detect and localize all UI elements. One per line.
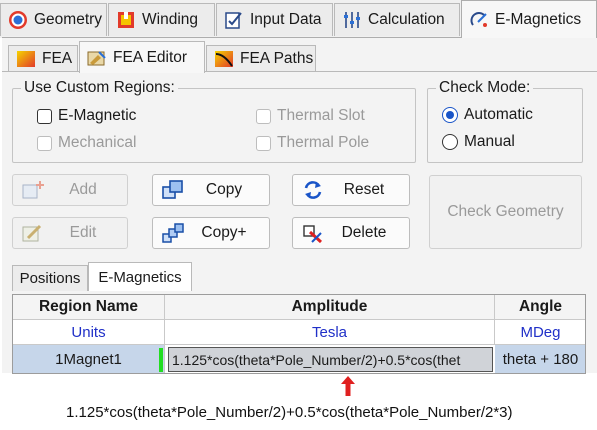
emagnetic-checkbox[interactable]: E-Magnetic (37, 107, 136, 125)
emagnetics-icon (470, 11, 487, 27)
tab-positions[interactable]: Positions (12, 265, 88, 291)
tab-label: Geometry (34, 11, 103, 28)
copy-button[interactable]: Copy (152, 174, 270, 206)
checkbox-label: Thermal Slot (277, 107, 365, 124)
mechanical-checkbox[interactable]: Mechanical (37, 134, 136, 152)
red-arrow-icon (341, 376, 355, 396)
fea-editor-icon (87, 50, 106, 65)
main-tab-strip: Geometry Winding Input Data Calculation … (0, 0, 597, 38)
amplitude-value: 1.125*cos(theta*Pole_Number/2)+0.5*cos(t… (172, 351, 461, 368)
button-label: Copy+ (201, 224, 247, 241)
radio-dot (442, 134, 458, 150)
fea-tab-strip: FEA FEA Editor FEA Paths (2, 38, 597, 73)
tab-label: E-Magnetics (495, 10, 582, 28)
tab-label: Input Data (250, 11, 322, 28)
angle-cell[interactable]: theta + 180 (495, 345, 585, 373)
units-cell-region: Units (13, 320, 165, 345)
tab-label: FEA Editor (113, 48, 188, 66)
checkbox-box (256, 135, 271, 151)
fea-icon (17, 51, 35, 67)
checkbox-box (37, 135, 52, 151)
fea-paths-icon (215, 51, 233, 67)
button-label: Reset (343, 181, 385, 198)
header-label: Amplitude (291, 298, 368, 315)
header-label: Angle (518, 298, 563, 315)
radio-label: Automatic (464, 106, 533, 123)
tab-fea[interactable]: FEA (8, 45, 78, 72)
tab-calculation[interactable]: Calculation (334, 3, 460, 36)
add-button[interactable]: Add (12, 174, 128, 206)
checkbox-label: Mechanical (58, 134, 137, 151)
copy-plus-icon (162, 223, 184, 243)
tab-label: E-Magnetics (98, 268, 182, 286)
amplitude-edit-cell[interactable]: 1.125*cos(theta*Pole_Number/2)+0.5*cos(t… (168, 347, 493, 372)
tab-geometry[interactable]: Geometry (0, 3, 107, 36)
button-label: Add (69, 181, 97, 198)
units-label: Units (71, 323, 106, 341)
reset-button[interactable]: Reset (292, 174, 410, 206)
thermal-slot-checkbox[interactable]: Thermal Slot (256, 107, 365, 125)
check-geometry-button[interactable]: Check Geometry (429, 175, 582, 249)
copy-plus-button[interactable]: Copy+ (152, 217, 270, 249)
tab-fea-editor[interactable]: FEA Editor (79, 41, 205, 73)
edit-button[interactable]: Edit (12, 217, 128, 249)
region-name-cell[interactable]: 1Magnet1 (13, 345, 165, 373)
tab-winding[interactable]: Winding (108, 3, 215, 36)
header-label: Region Name (38, 298, 139, 315)
radio-label: Manual (464, 133, 515, 150)
manual-radio[interactable]: Manual (442, 133, 515, 151)
button-label: Copy (205, 181, 243, 198)
button-label: Delete (341, 224, 387, 241)
button-label: Edit (69, 224, 97, 241)
custom-regions-group: Use Custom Regions: E-Magnetic Mechanica… (12, 79, 416, 163)
checkbox-box (256, 108, 271, 124)
delete-button[interactable]: Delete (292, 217, 410, 249)
edit-region-icon (22, 224, 42, 242)
checkbox-label: E-Magnetic (58, 107, 137, 124)
check-mode-title: Check Mode: (436, 79, 534, 97)
checkbox-label: Thermal Pole (277, 134, 370, 151)
regions-grid: Region Name Amplitude Angle Units Tesla … (12, 294, 586, 374)
copy-icon (162, 180, 183, 199)
delete-icon (303, 225, 323, 244)
tab-input-data[interactable]: Input Data (216, 3, 333, 36)
tab-emagnetics[interactable]: E-Magnetics (461, 0, 597, 38)
reset-icon (304, 181, 322, 199)
add-region-icon (22, 181, 44, 199)
checkbox-box (37, 108, 52, 124)
check-mode-group: Check Mode: Automatic Manual (427, 79, 583, 163)
emagnetics-panel: FEA FEA Editor FEA Paths Use Custom Regi… (2, 37, 597, 374)
tab-emagnetics-grid[interactable]: E-Magnetics (88, 262, 192, 291)
column-header-angle[interactable]: Angle (495, 295, 585, 320)
units-label: MDeg (520, 323, 561, 341)
column-header-amplitude[interactable]: Amplitude (165, 295, 495, 320)
units-label: Tesla (311, 323, 348, 341)
thermal-pole-checkbox[interactable]: Thermal Pole (256, 134, 369, 152)
input-data-icon (225, 12, 242, 29)
formula-annotation: 1.125*cos(theta*Pole_Number/2)+0.5*cos(t… (66, 404, 513, 421)
tab-label: FEA (42, 50, 73, 67)
tab-label: Calculation (368, 11, 445, 28)
units-cell-amplitude: Tesla (165, 320, 495, 345)
tab-fea-paths[interactable]: FEA Paths (206, 45, 316, 72)
automatic-radio[interactable]: Automatic (442, 106, 533, 124)
custom-regions-title: Use Custom Regions: (21, 79, 178, 97)
tab-label: Positions (19, 270, 81, 287)
calculation-icon (344, 12, 360, 28)
column-header-region-name[interactable]: Region Name (13, 295, 165, 320)
button-label: Check Geometry (447, 203, 564, 220)
winding-icon (118, 12, 134, 28)
geometry-icon (9, 11, 27, 29)
tab-label: Winding (142, 11, 198, 28)
angle-value: theta + 180 (502, 350, 579, 368)
radio-dot (442, 107, 458, 123)
row-marker (159, 348, 163, 372)
units-cell-angle: MDeg (495, 320, 585, 345)
region-name: 1Magnet1 (55, 350, 122, 368)
tab-label: FEA Paths (240, 50, 314, 67)
